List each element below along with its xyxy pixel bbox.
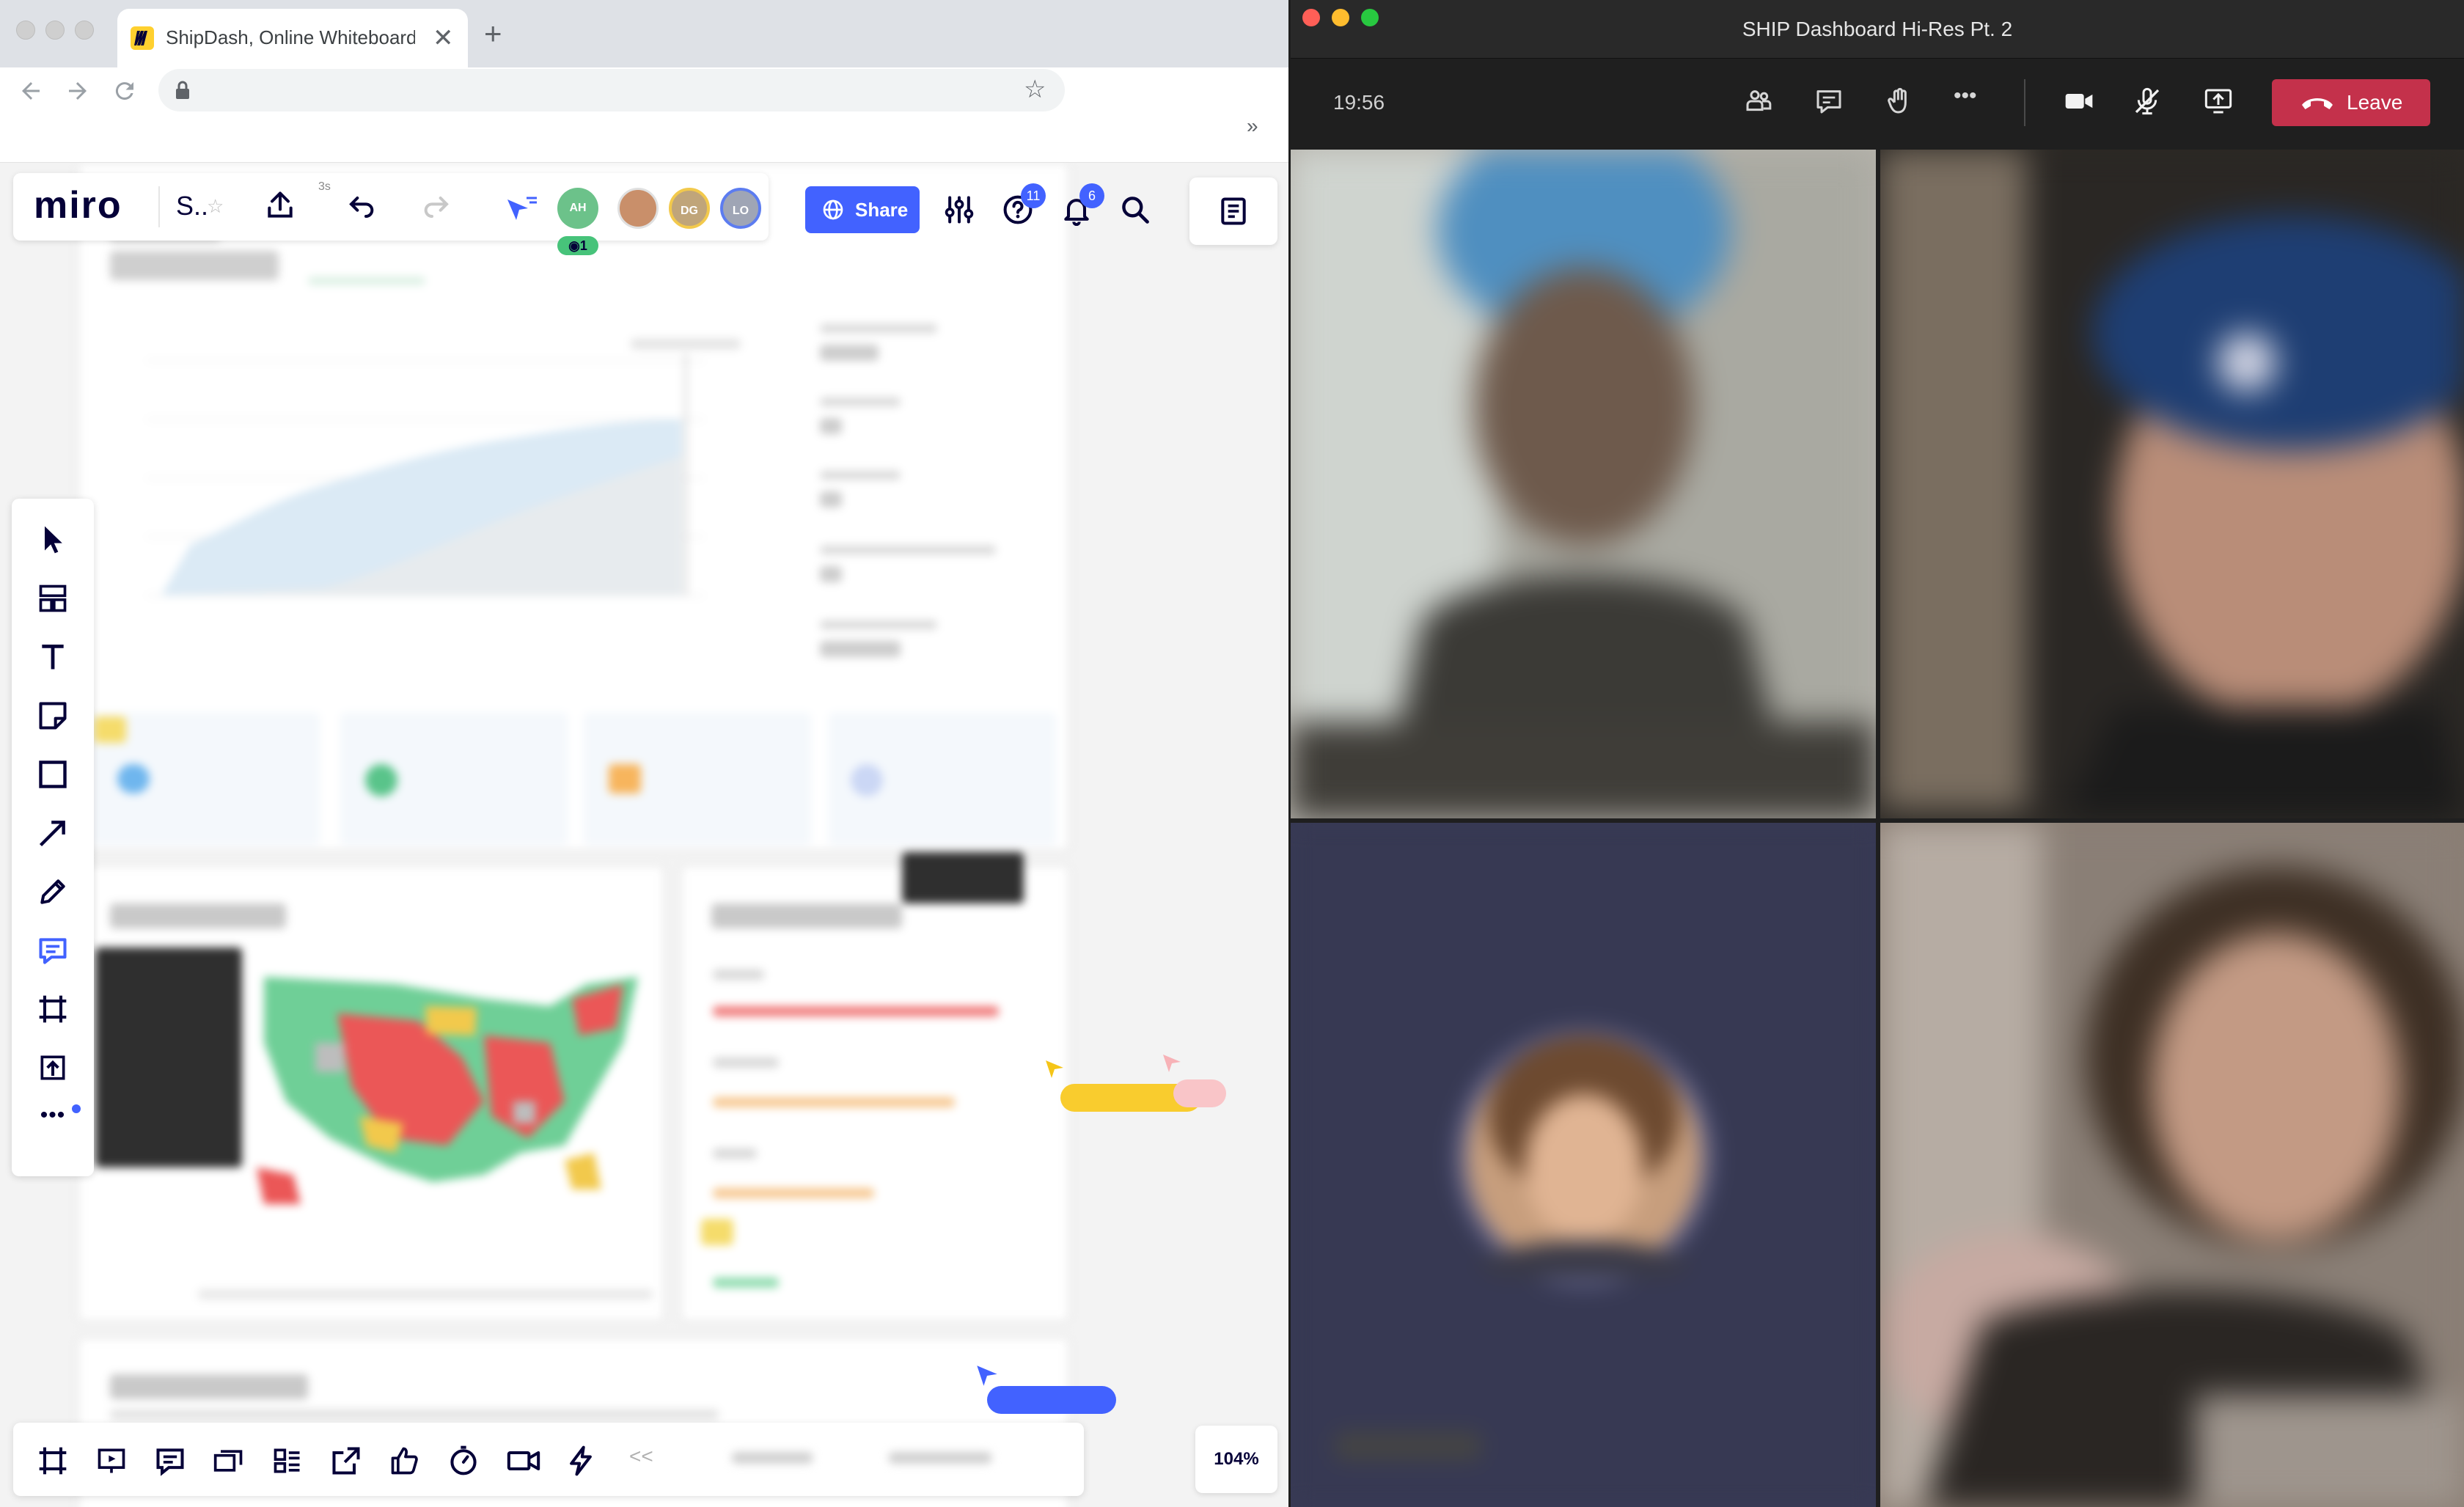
text-tool-icon[interactable] bbox=[37, 641, 69, 673]
board-name[interactable]: S.. bbox=[176, 191, 208, 221]
avatar-photo[interactable] bbox=[617, 188, 659, 229]
collaborator-cursor-pink-icon bbox=[1163, 1055, 1181, 1072]
screen-share-icon[interactable] bbox=[330, 1445, 362, 1477]
more-actions-icon[interactable]: ••• bbox=[1954, 84, 1977, 109]
leave-call-button[interactable]: Leave bbox=[2272, 79, 2430, 126]
window-minimize-light[interactable] bbox=[45, 21, 65, 40]
settings-sliders-icon[interactable] bbox=[943, 194, 975, 226]
video-camera-icon[interactable] bbox=[506, 1445, 540, 1477]
video-chat-icon[interactable] bbox=[213, 1445, 245, 1477]
pen-icon[interactable] bbox=[37, 876, 69, 908]
export-upload-icon[interactable] bbox=[264, 189, 296, 221]
chat-icon[interactable] bbox=[1814, 87, 1844, 116]
avatar-ah[interactable]: AH bbox=[557, 188, 598, 229]
call-controls-bar: 19:56 ••• Leave bbox=[1291, 59, 2464, 150]
miro-favicon-icon bbox=[131, 26, 154, 50]
collaborator-cursor-blue-icon bbox=[977, 1365, 997, 1386]
share-label: Share bbox=[855, 199, 909, 221]
address-bar[interactable]: ☆ bbox=[158, 69, 1065, 111]
close-tab-icon[interactable]: ✕ bbox=[433, 23, 454, 53]
participant-video-tile-2[interactable] bbox=[1880, 150, 2464, 818]
call-timer: 19:56 bbox=[1333, 91, 1385, 114]
reload-icon[interactable] bbox=[111, 78, 138, 104]
follow-cursor-icon[interactable] bbox=[503, 192, 540, 224]
browser-toolbar: ☆ » bbox=[0, 67, 1288, 163]
voting-thumbs-up-icon[interactable] bbox=[389, 1445, 421, 1477]
lock-icon bbox=[175, 80, 191, 100]
search-icon[interactable] bbox=[1119, 194, 1151, 226]
hang-up-phone-icon bbox=[2300, 91, 2335, 114]
meeting-title: SHIP Dashboard Hi-Res Pt. 2 bbox=[1742, 18, 2013, 40]
camera-icon[interactable] bbox=[2062, 87, 2096, 116]
comments-panel-icon[interactable] bbox=[154, 1445, 186, 1477]
timer-icon[interactable] bbox=[447, 1445, 480, 1477]
tab-strip: ShipDash, Online Whiteboard for Visual C… bbox=[0, 0, 1288, 67]
document-icon bbox=[1217, 195, 1250, 227]
shape-square-icon[interactable] bbox=[37, 758, 69, 791]
card-list-icon[interactable] bbox=[271, 1445, 304, 1477]
browser-tab-shipdash[interactable]: ShipDash, Online Whiteboard for Visual C… bbox=[117, 9, 468, 67]
select-cursor-icon[interactable] bbox=[37, 524, 69, 556]
miro-logo[interactable]: miro bbox=[34, 183, 122, 227]
teams-titlebar: SHIP Dashboard Hi-Res Pt. 2 bbox=[1291, 0, 2464, 59]
globe-icon bbox=[821, 198, 845, 221]
upload-icon[interactable] bbox=[37, 1052, 69, 1084]
back-arrow-icon[interactable] bbox=[18, 78, 44, 104]
board-notes-button[interactable] bbox=[1189, 177, 1277, 245]
lightning-apps-icon[interactable] bbox=[565, 1445, 597, 1477]
participant-video-tile-4[interactable] bbox=[1880, 823, 2464, 1507]
share-screen-icon[interactable] bbox=[2203, 87, 2234, 116]
bookmark-star-icon[interactable]: ☆ bbox=[1024, 75, 1046, 104]
redo-icon[interactable] bbox=[421, 191, 450, 220]
window-zoom-light[interactable] bbox=[75, 21, 94, 40]
share-button[interactable]: Share bbox=[805, 186, 920, 233]
new-indicator-dot bbox=[72, 1104, 81, 1113]
countdown-hint: 3s bbox=[318, 180, 331, 193]
avatar-dg[interactable]: DG bbox=[669, 188, 710, 229]
creation-toolbar: ••• bbox=[12, 499, 94, 1176]
video-grid bbox=[1291, 150, 2464, 1507]
collaborator-label-pink bbox=[1173, 1079, 1226, 1107]
leave-label: Leave bbox=[2347, 91, 2403, 114]
forward-arrow-icon[interactable] bbox=[65, 78, 91, 104]
collapse-toolbar-icon[interactable]: << bbox=[629, 1445, 661, 1477]
viewer-count-badge[interactable]: ◉1 bbox=[557, 236, 598, 255]
frame-icon[interactable] bbox=[37, 993, 69, 1025]
controls-divider bbox=[2024, 79, 2025, 126]
participant-avatar-tile-3[interactable] bbox=[1291, 823, 1876, 1507]
viewer-count: 1 bbox=[579, 238, 587, 253]
collaborator-label-blue bbox=[987, 1386, 1116, 1414]
connector-arrow-icon[interactable] bbox=[37, 817, 69, 849]
comment-icon[interactable] bbox=[37, 934, 69, 967]
tab-title: ShipDash, Online Whiteboard for Visual C… bbox=[166, 26, 415, 48]
new-tab-button[interactable]: + bbox=[484, 16, 502, 51]
teams-call-window: SHIP Dashboard Hi-Res Pt. 2 19:56 ••• Le… bbox=[1291, 0, 2464, 1507]
bookmarks-overflow-icon[interactable]: » bbox=[1247, 114, 1258, 138]
miro-board-canvas[interactable] bbox=[0, 163, 1288, 1507]
participant-video-tile-1[interactable] bbox=[1291, 150, 1876, 818]
raise-hand-icon[interactable] bbox=[1885, 87, 1914, 116]
presentation-icon[interactable] bbox=[95, 1445, 128, 1477]
frames-icon[interactable] bbox=[37, 1445, 69, 1477]
undo-icon[interactable] bbox=[348, 191, 377, 220]
eye-icon: ◉ bbox=[568, 238, 580, 253]
zoom-level[interactable]: 104% bbox=[1195, 1426, 1277, 1493]
window-close-light[interactable] bbox=[16, 21, 35, 40]
bottom-toolbar: << bbox=[13, 1423, 1084, 1496]
notifications-badge: 6 bbox=[1079, 183, 1104, 208]
thresholds-panel bbox=[681, 865, 1069, 1321]
participants-icon[interactable] bbox=[1744, 87, 1773, 116]
help-badge: 11 bbox=[1021, 183, 1046, 208]
sticky-note-icon[interactable] bbox=[37, 700, 69, 732]
templates-icon[interactable] bbox=[37, 582, 69, 615]
favorite-star-icon[interactable]: ☆ bbox=[207, 195, 224, 218]
more-tools-icon[interactable]: ••• bbox=[37, 1103, 69, 1135]
mic-muted-icon[interactable] bbox=[2133, 87, 2162, 116]
avatar-lo[interactable]: LO bbox=[720, 188, 761, 229]
collaborator-cursor-yellow-icon bbox=[1046, 1060, 1063, 1078]
browser-window: ShipDash, Online Whiteboard for Visual C… bbox=[0, 0, 1288, 1507]
